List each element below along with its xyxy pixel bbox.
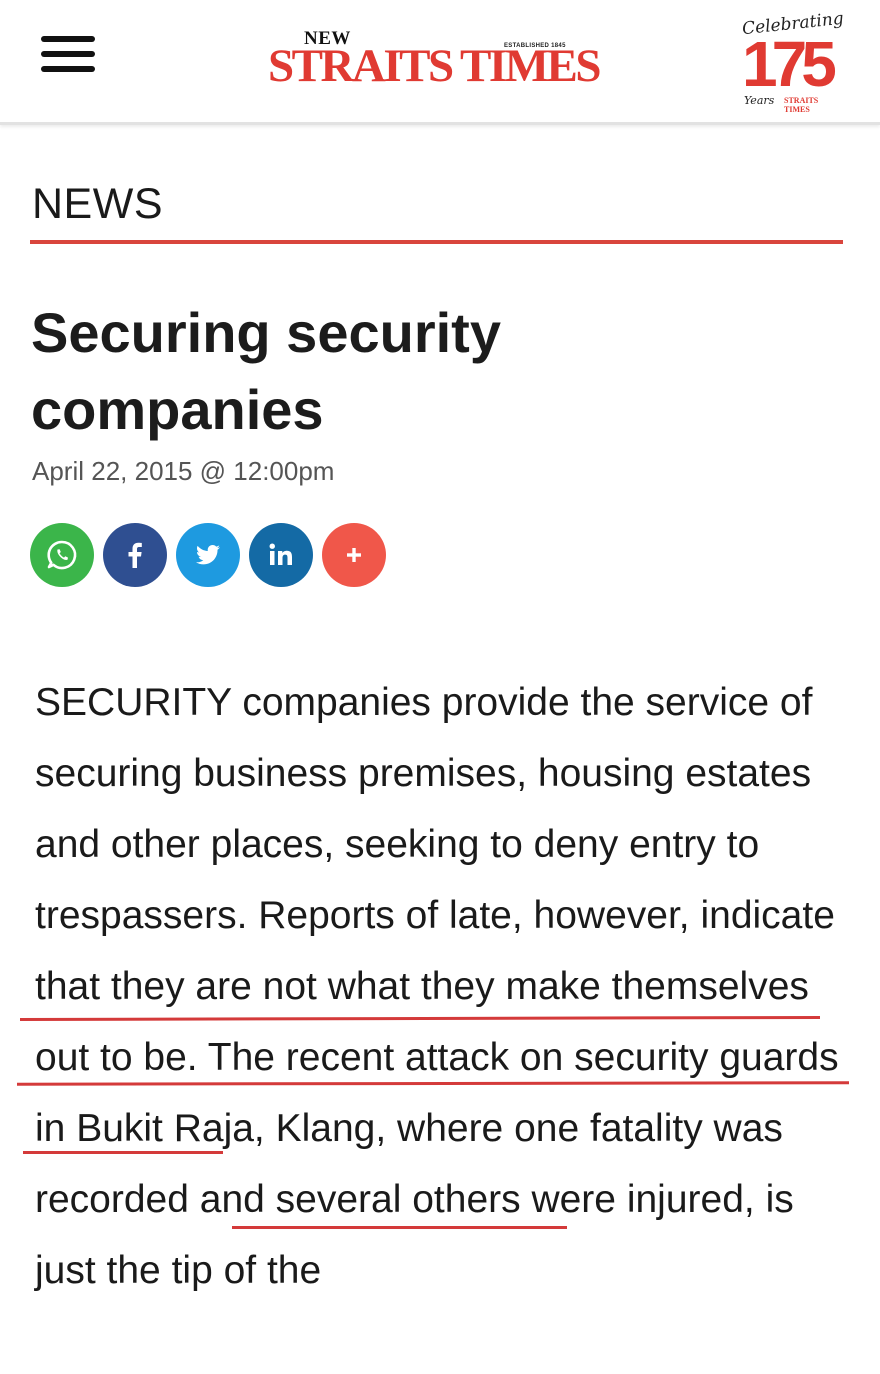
badge-brand-text: STRAITS TIMES	[784, 96, 819, 114]
annotation-underline	[232, 1226, 567, 1229]
logo-main-text: STRAITS TIMES	[268, 40, 602, 92]
article-body: SECURITY companies provide the service o…	[35, 681, 839, 1292]
twitter-icon	[196, 545, 220, 565]
whatsapp-icon	[47, 540, 77, 570]
article-date: April 22, 2015 @ 12:00pm	[32, 456, 335, 486]
section-label[interactable]: NEWS	[32, 180, 163, 229]
badge-number: 175	[742, 28, 837, 100]
article-title: Securing security companies	[31, 301, 501, 441]
linkedin-share-button[interactable]	[249, 523, 313, 587]
more-share-button[interactable]	[322, 523, 386, 587]
plus-icon	[347, 548, 361, 562]
linkedin-icon	[269, 543, 292, 565]
facebook-icon	[128, 542, 142, 568]
menu-icon-bar	[41, 51, 95, 57]
facebook-share-button[interactable]	[103, 523, 167, 587]
site-logo[interactable]: NEW ESTABLISHED 1845 STRAITS TIMES	[268, 22, 613, 94]
menu-icon-bar	[41, 66, 95, 72]
anniversary-badge: Celebrating 175 Years STRAITS TIMES	[740, 9, 845, 114]
section-divider	[30, 240, 843, 244]
badge-years-text: Years	[744, 94, 775, 107]
site-header: NEW ESTABLISHED 1845 STRAITS TIMES Celeb…	[0, 0, 880, 125]
annotation-underline	[23, 1151, 223, 1154]
whatsapp-share-button[interactable]	[30, 523, 94, 587]
menu-icon-bar	[41, 36, 95, 42]
menu-icon[interactable]	[38, 32, 98, 76]
twitter-share-button[interactable]	[176, 523, 240, 587]
